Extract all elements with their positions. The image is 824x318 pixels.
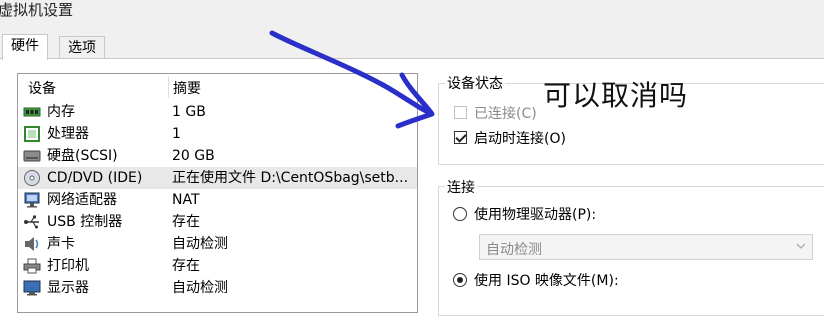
printer-icon — [23, 258, 41, 274]
device-name: 硬盘(SCSI) — [47, 148, 118, 164]
chevron-down-icon — [796, 243, 806, 249]
column-separator[interactable] — [168, 76, 169, 98]
window-title: 虚拟机设置 — [0, 1, 74, 19]
connected-checkbox[interactable] — [454, 106, 467, 119]
device-row-printer[interactable]: 打印机 存在 — [18, 255, 417, 277]
device-summary: 1 GB — [172, 104, 206, 120]
device-name: 打印机 — [47, 258, 89, 274]
device-row-usb[interactable]: USB 控制器 存在 — [18, 211, 417, 233]
device-status-title: 设备状态 — [445, 73, 505, 93]
device-row-network[interactable]: 网络适配器 NAT — [18, 189, 417, 211]
annotation-text: 可以取消吗 — [543, 79, 689, 112]
harddisk-icon — [23, 150, 41, 162]
device-name: CD/DVD (IDE) — [47, 170, 143, 186]
display-icon — [23, 280, 41, 296]
device-row-memory[interactable]: 内存 1 GB — [18, 101, 417, 123]
connect-at-power-on-label: 启动时连接(O) — [474, 131, 566, 147]
device-row-cd-dvd[interactable]: CD/DVD (IDE) 正在使用文件 D:\CentOSbag\setb... — [18, 167, 417, 189]
device-name: 显示器 — [47, 280, 89, 296]
iso-image-label: 使用 ISO 映像文件(M): — [474, 273, 619, 289]
device-row-display[interactable]: 显示器 自动检测 — [18, 277, 417, 299]
network-adapter-icon — [24, 192, 40, 208]
device-name: 声卡 — [47, 236, 75, 252]
device-summary: NAT — [172, 192, 200, 208]
tab-options[interactable]: 选项 — [59, 36, 105, 60]
device-row-processor[interactable]: 处理器 1 — [18, 123, 417, 145]
tab-options-label: 选项 — [68, 40, 96, 56]
device-row-sound[interactable]: 声卡 自动检测 — [18, 233, 417, 255]
device-summary: 正在使用文件 D:\CentOSbag\setb... — [172, 170, 409, 186]
column-header-summary[interactable]: 摘要 — [173, 78, 201, 98]
tab-hardware[interactable]: 硬件 — [2, 34, 48, 60]
connected-label: 已连接(C) — [474, 106, 537, 122]
memory-icon — [23, 107, 41, 117]
column-header-device[interactable]: 设备 — [28, 78, 56, 98]
device-summary: 20 GB — [172, 148, 215, 164]
device-name: 处理器 — [47, 126, 89, 142]
physical-drive-label: 使用物理驱动器(P): — [474, 207, 597, 223]
device-name: 网络适配器 — [47, 192, 117, 208]
connection-title: 连接 — [445, 177, 477, 197]
device-name: USB 控制器 — [47, 214, 123, 230]
tab-hardware-label: 硬件 — [11, 38, 39, 54]
device-list[interactable]: 设备 摘要 内存 1 GB 处理器 1 硬盘(SCSI) 20 GB CD/DV… — [17, 73, 418, 313]
usb-icon — [24, 215, 39, 229]
cd-dvd-icon — [24, 170, 40, 186]
sound-icon — [25, 237, 39, 251]
iso-image-radio[interactable] — [453, 273, 467, 287]
physical-drive-radio[interactable] — [453, 207, 467, 221]
device-summary: 自动检测 — [172, 236, 228, 252]
device-summary: 存在 — [172, 214, 200, 230]
connect-at-power-on-checkbox[interactable] — [454, 131, 467, 144]
device-name: 内存 — [47, 104, 75, 120]
drive-select[interactable]: 自动检测 — [479, 234, 813, 260]
device-list-header: 设备 摘要 — [18, 74, 417, 100]
cpu-icon — [24, 126, 40, 142]
drive-select-value: 自动检测 — [486, 242, 542, 258]
device-summary: 存在 — [172, 258, 200, 274]
device-summary: 1 — [172, 126, 181, 142]
device-summary: 自动检测 — [172, 280, 228, 296]
device-row-harddisk[interactable]: 硬盘(SCSI) 20 GB — [18, 145, 417, 167]
